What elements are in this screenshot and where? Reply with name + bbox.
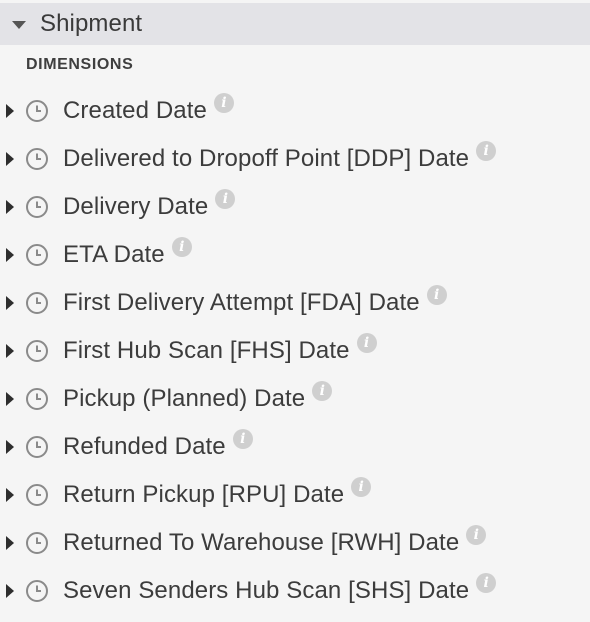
clock-icon: [25, 339, 49, 363]
info-icon[interactable]: i: [232, 429, 253, 449]
field-row[interactable]: Delivery Date i: [0, 183, 590, 231]
field-label: First Delivery Attempt [FDA] Date: [63, 289, 420, 316]
info-icon[interactable]: i: [351, 477, 372, 497]
field-label: Returned To Warehouse [RWH] Date: [63, 529, 460, 556]
caret-right-icon[interactable]: [6, 488, 14, 502]
clock-icon: [25, 99, 49, 123]
info-icon[interactable]: i: [356, 333, 377, 353]
field-row[interactable]: Refunded Date i: [0, 423, 590, 471]
field-row[interactable]: ETA Date i: [0, 231, 590, 279]
field-row[interactable]: Returned To Warehouse [RWH] Date i: [0, 519, 590, 567]
clock-icon: [25, 195, 49, 219]
field-label: Refunded Date: [63, 433, 226, 460]
group-header-shipment[interactable]: Shipment: [0, 3, 590, 45]
clock-icon: [25, 387, 49, 411]
field-row[interactable]: Seven Senders Hub Scan [SHS] Date i: [0, 567, 590, 615]
info-icon[interactable]: i: [215, 189, 236, 209]
clock-icon: [25, 147, 49, 171]
caret-right-icon[interactable]: [6, 392, 14, 406]
caret-down-icon: [12, 20, 26, 29]
caret-right-icon[interactable]: [6, 152, 14, 166]
clock-icon: [25, 483, 49, 507]
field-label: ETA Date: [63, 241, 165, 268]
field-row[interactable]: Delivered to Dropoff Point [DDP] Date i: [0, 135, 590, 183]
info-icon[interactable]: i: [476, 573, 497, 593]
group-title: Shipment: [40, 10, 143, 37]
field-label: Seven Senders Hub Scan [SHS] Date: [63, 577, 470, 604]
field-label: Pickup (Planned) Date: [63, 385, 306, 412]
field-row[interactable]: First Delivery Attempt [FDA] Date i: [0, 279, 590, 327]
field-row[interactable]: Return Pickup [RPU] Date i: [0, 471, 590, 519]
info-icon[interactable]: i: [476, 141, 497, 161]
clock-icon: [25, 579, 49, 603]
info-icon[interactable]: i: [426, 285, 447, 305]
clock-icon: [25, 531, 49, 555]
field-label: First Hub Scan [FHS] Date: [63, 337, 350, 364]
caret-right-icon[interactable]: [6, 296, 14, 310]
caret-right-icon[interactable]: [6, 248, 14, 262]
field-row[interactable]: Pickup (Planned) Date i: [0, 375, 590, 423]
caret-right-icon[interactable]: [6, 104, 14, 118]
info-icon[interactable]: i: [213, 93, 234, 113]
field-label: Created Date: [63, 97, 207, 124]
info-icon[interactable]: i: [312, 381, 333, 401]
field-label: Delivered to Dropoff Point [DDP] Date: [63, 145, 470, 172]
field-label: Return Pickup [RPU] Date: [63, 481, 345, 508]
clock-icon: [25, 243, 49, 267]
caret-right-icon[interactable]: [6, 200, 14, 214]
clock-icon: [25, 435, 49, 459]
info-icon[interactable]: i: [466, 525, 487, 545]
caret-right-icon[interactable]: [6, 344, 14, 358]
clock-icon: [25, 291, 49, 315]
section-label-dimensions: DIMENSIONS: [26, 56, 134, 73]
field-row[interactable]: Created Date i: [0, 87, 590, 135]
caret-right-icon[interactable]: [6, 440, 14, 454]
caret-right-icon[interactable]: [6, 536, 14, 550]
field-list: Created Date i Delivered to Dropoff Poin…: [0, 87, 590, 615]
field-label: Delivery Date: [63, 193, 209, 220]
field-row[interactable]: First Hub Scan [FHS] Date i: [0, 327, 590, 375]
caret-right-icon[interactable]: [6, 584, 14, 598]
info-icon[interactable]: i: [171, 237, 192, 257]
